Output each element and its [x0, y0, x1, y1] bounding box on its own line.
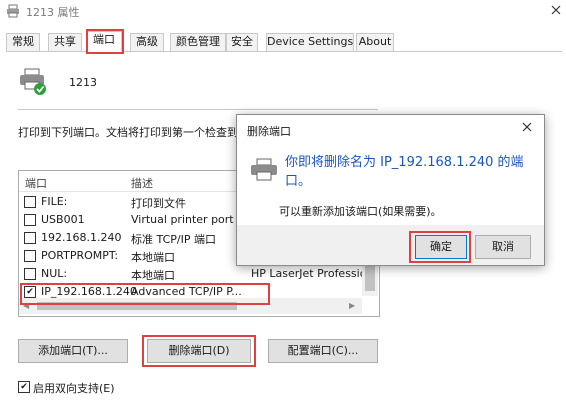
title-bar: 1213 属性 [0, 0, 566, 26]
printer-name: 1213 [69, 76, 97, 89]
port-checkbox[interactable] [24, 268, 36, 280]
window-title: 1213 属性 [26, 6, 80, 19]
port-checkbox[interactable] [24, 196, 36, 208]
delete-port-dialog: 删除端口 你即将删除名为 IP_192.168.1.240 的端口。 可以重新添… [236, 114, 545, 266]
tab-advanced[interactable]: 高级 [130, 33, 164, 51]
port-checkbox-checked[interactable]: ✔ [24, 286, 36, 298]
scrollbar-thumb[interactable] [37, 302, 237, 310]
port-description: 本地端口 [131, 251, 175, 264]
port-description: 打印到文件 [131, 197, 186, 210]
port-name: FILE: [41, 195, 68, 208]
port-checkbox[interactable] [24, 250, 36, 262]
bidirectional-label: 启用双向支持(E) [33, 382, 115, 395]
port-name: USB001 [41, 213, 85, 226]
port-description: Advanced TCP/IP P... [131, 285, 242, 298]
close-icon[interactable] [521, 121, 533, 133]
column-header-description[interactable]: 描述 [131, 175, 153, 191]
port-name: NUL: [41, 267, 68, 280]
dialog-title: 删除端口 [247, 125, 291, 138]
scroll-left-icon[interactable]: ◀ [23, 301, 29, 310]
separator [18, 109, 378, 110]
port-name: 192.168.1.240 [41, 231, 122, 244]
add-port-button[interactable]: 添加端口(T)... [18, 339, 128, 363]
scroll-right-icon[interactable]: ▶ [349, 301, 355, 310]
dialog-message: 你即将删除名为 IP_192.168.1.240 的端口。 [285, 155, 524, 189]
close-icon[interactable] [549, 3, 563, 17]
tab-ports[interactable]: 端口 [86, 31, 122, 53]
port-description: 标准 TCP/IP 端口 [131, 233, 216, 246]
column-header-port[interactable]: 端口 [25, 175, 47, 191]
port-description: Virtual printer port ... [131, 213, 248, 226]
delete-port-button[interactable]: 删除端口(D) [147, 339, 251, 363]
printer-icon [251, 158, 277, 181]
tab-general[interactable]: 常规 [6, 33, 40, 51]
port-checkbox[interactable] [24, 232, 36, 244]
dialog-subtext: 可以重新添加该端口(如果需要)。 [279, 205, 442, 218]
configure-port-button[interactable]: 配置端口(C)... [268, 339, 378, 363]
bidirectional-checkbox[interactable]: ✔ [18, 381, 30, 393]
tab-sharing[interactable]: 共享 [48, 33, 82, 51]
printer-check-icon [20, 68, 46, 95]
ok-button[interactable]: 确定 [415, 235, 467, 259]
tab-about[interactable]: About [356, 33, 394, 51]
port-description: 本地端口 [131, 269, 175, 282]
horizontal-scrollbar[interactable]: ◀ ▶ [19, 298, 362, 314]
port-name: PORTPROMPT: [41, 249, 119, 262]
printer-icon [7, 4, 19, 18]
dialog-button-bar: 确定 取消 [237, 225, 544, 265]
tab-security[interactable]: 安全 [226, 33, 258, 51]
port-name: IP_192.168.1.240 [41, 285, 137, 298]
ports-instruction: 打印到下列端口。文档将打印到第一个检查到的 [18, 126, 249, 139]
port-row[interactable]: NUL: 本地端口 HP LaserJet Professior [19, 265, 371, 283]
tab-color-management[interactable]: 颜色管理 [170, 33, 226, 51]
port-printer: HP LaserJet Professior [251, 267, 371, 280]
cancel-button[interactable]: 取消 [475, 235, 531, 259]
tab-device-settings[interactable]: Device Settings [266, 33, 354, 51]
port-checkbox[interactable] [24, 214, 36, 226]
